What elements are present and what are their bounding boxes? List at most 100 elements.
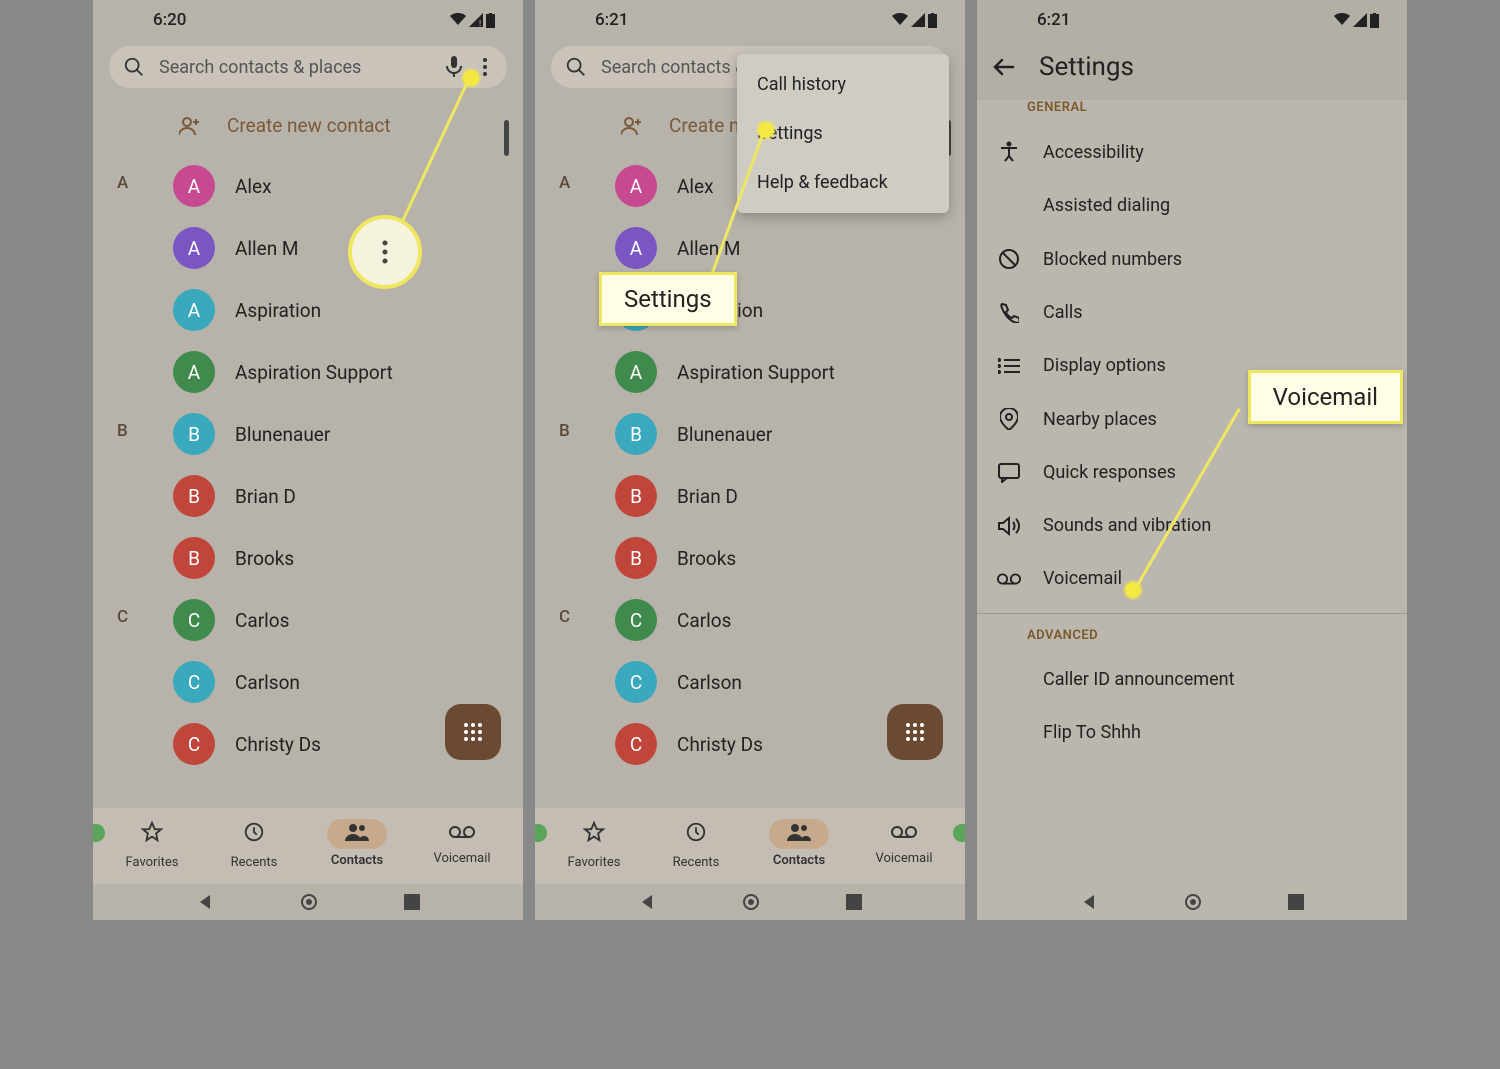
star-icon — [583, 821, 605, 843]
clock-icon — [243, 821, 265, 843]
menu-call-history[interactable]: Call history — [737, 60, 949, 109]
setting-flip-to-shhh[interactable]: Flip To Shhh — [977, 706, 1407, 759]
contact-name: Brooks — [235, 547, 294, 570]
contact-name: Brooks — [677, 547, 736, 570]
people-icon — [787, 823, 811, 841]
setting-accessibility[interactable]: Accessibility — [977, 125, 1407, 179]
contact-name: Aspiration Support — [677, 361, 835, 384]
contact-section-a: A AAlex A Allen M AAspiration AAspiration… — [93, 155, 523, 403]
contact-name: Blunenauer — [677, 423, 772, 446]
status-icons: ! — [450, 10, 495, 30]
avatar: A — [173, 289, 215, 331]
recents-icon[interactable] — [846, 894, 862, 910]
avatar: A — [615, 165, 657, 207]
search-icon — [123, 56, 145, 78]
edge-indicator — [953, 824, 965, 842]
setting-sounds-vibration[interactable]: Sounds and vibration — [977, 499, 1407, 552]
chat-icon — [998, 463, 1020, 483]
home-icon[interactable] — [1184, 893, 1202, 911]
setting-assisted-dialing[interactable]: Assisted dialing — [977, 179, 1407, 232]
dialpad-fab[interactable] — [887, 704, 943, 760]
avatar: B — [615, 413, 657, 455]
setting-caller-id[interactable]: Caller ID announcement — [977, 653, 1407, 706]
location-icon — [1000, 408, 1018, 430]
contact-row[interactable]: AAspiration — [169, 279, 523, 341]
contact-row[interactable]: BBrooks — [169, 527, 523, 589]
contact-row[interactable]: BBlunenauer — [169, 403, 523, 465]
nav-voicemail[interactable]: Voicemail — [873, 821, 935, 866]
nav-contacts[interactable]: Contacts — [327, 819, 387, 868]
back-icon[interactable] — [196, 893, 214, 911]
nav-favorites[interactable]: Favorites — [123, 817, 181, 870]
contact-name: Brian D — [677, 485, 738, 508]
bottom-nav: Favorites Recents Contacts Voicemail — [93, 808, 523, 884]
overflow-menu-icon — [377, 238, 393, 266]
settings-header: Settings — [977, 38, 1407, 100]
nav-favorites[interactable]: Favorites — [565, 817, 623, 870]
nav-contacts[interactable]: Contacts — [769, 819, 829, 868]
overflow-menu-icon[interactable] — [477, 56, 493, 78]
home-icon[interactable] — [300, 893, 318, 911]
contact-row[interactable]: A Allen M — [169, 217, 523, 279]
avatar: C — [615, 599, 657, 641]
avatar: C — [173, 599, 215, 641]
wifi-icon — [892, 13, 908, 27]
highlight-dot — [463, 70, 479, 86]
contact-row[interactable]: AAllen M — [611, 217, 965, 279]
avatar: C — [615, 723, 657, 765]
create-new-contact[interactable]: Create new contact — [93, 96, 523, 155]
contact-row[interactable]: CCarlos — [169, 589, 523, 651]
contact-name: Brian D — [235, 485, 296, 508]
nav-voicemail[interactable]: Voicemail — [431, 821, 493, 866]
person-add-icon — [621, 117, 643, 135]
section-letter: A — [559, 173, 570, 193]
search-bar[interactable]: Search contacts & places — [109, 46, 507, 88]
contact-row[interactable]: BBrooks — [611, 527, 965, 589]
avatar: C — [615, 661, 657, 703]
setting-calls[interactable]: Calls — [977, 286, 1407, 339]
contact-row[interactable]: BBrian D — [611, 465, 965, 527]
setting-blocked-numbers[interactable]: Blocked numbers — [977, 232, 1407, 286]
back-icon[interactable] — [638, 893, 656, 911]
people-icon — [345, 823, 369, 841]
highlight-dot — [758, 122, 774, 138]
contact-section-b: B BBlunenauer BBrian D BBrooks — [93, 403, 523, 589]
contact-name: Christy Ds — [235, 733, 321, 756]
section-letter: B — [559, 421, 570, 441]
contact-row[interactable]: BBrian D — [169, 465, 523, 527]
mic-icon[interactable] — [445, 56, 463, 78]
dialpad-icon — [904, 721, 926, 743]
section-letter: C — [559, 607, 570, 627]
contact-row[interactable]: AAspiration Support — [611, 341, 965, 403]
recents-icon[interactable] — [404, 894, 420, 910]
home-icon[interactable] — [742, 893, 760, 911]
contact-row[interactable]: CCarlos — [611, 589, 965, 651]
contact-name: Carlson — [235, 671, 300, 694]
battery-icon — [486, 13, 495, 28]
menu-help[interactable]: Help & feedback — [737, 158, 949, 207]
dialpad-fab[interactable] — [445, 704, 501, 760]
nav-recents[interactable]: Recents — [225, 817, 283, 870]
contact-row[interactable]: B Blunenauer — [611, 403, 965, 465]
contact-name: Christy Ds — [677, 733, 763, 756]
signal-icon — [1353, 13, 1367, 27]
block-icon — [998, 248, 1020, 270]
contact-name: Alex — [677, 175, 714, 198]
voicemail-icon — [997, 572, 1021, 586]
avatar: C — [173, 661, 215, 703]
contact-name: Allen M — [235, 237, 299, 260]
contact-row[interactable]: AAlex — [169, 155, 523, 217]
back-arrow-icon[interactable] — [993, 56, 1015, 78]
status-time: 6:21 — [595, 10, 628, 30]
avatar: A — [173, 227, 215, 269]
system-nav — [535, 884, 965, 920]
wifi-icon — [1334, 13, 1350, 27]
recents-icon[interactable] — [1288, 894, 1304, 910]
setting-voicemail[interactable]: Voicemail — [977, 552, 1407, 605]
back-icon[interactable] — [1080, 893, 1098, 911]
create-contact-label: Create new contact — [227, 114, 391, 137]
section-letter: C — [117, 607, 128, 627]
nav-recents[interactable]: Recents — [667, 817, 725, 870]
contact-row[interactable]: AAspiration Support — [169, 341, 523, 403]
list-icon — [998, 358, 1020, 374]
